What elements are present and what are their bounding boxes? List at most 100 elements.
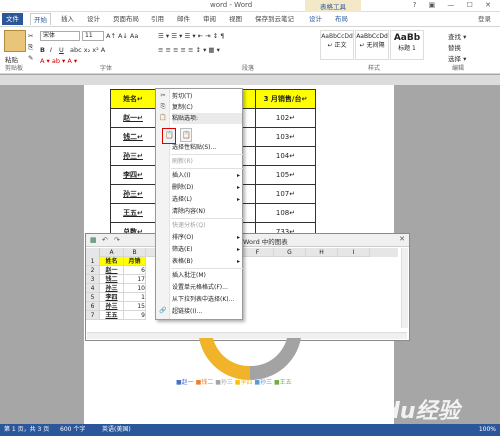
- tab-mailings[interactable]: 邮件: [174, 13, 193, 25]
- account-login[interactable]: 登录: [475, 13, 494, 25]
- row-header[interactable]: 7: [86, 311, 100, 320]
- align-icons[interactable]: ≡ ≡ ≡ ≡ ≡ ↕ ▾ ▦ ▾: [158, 46, 220, 54]
- table-cell[interactable]: 姓名↵: [110, 89, 156, 109]
- select-all-corner[interactable]: [86, 248, 100, 257]
- table-cell[interactable]: 3 月销售/台↵: [255, 89, 316, 109]
- style-normal[interactable]: AaBbCcDd ↵ 正文: [320, 30, 354, 60]
- cell[interactable]: 15: [124, 302, 146, 311]
- tab-table-layout[interactable]: 布局: [332, 13, 351, 25]
- cell[interactable]: 姓名: [100, 257, 124, 266]
- cell[interactable]: 赵一: [100, 266, 124, 275]
- table-cell[interactable]: 103↵: [255, 127, 316, 147]
- find-button[interactable]: 查找 ▾: [448, 31, 466, 41]
- table-cell[interactable]: 108↵: [255, 203, 316, 223]
- row-header[interactable]: 5: [86, 293, 100, 302]
- redo-icon[interactable]: ↷: [114, 236, 120, 244]
- window-controls[interactable]: ? ▣ — ☐ ✕: [413, 1, 496, 9]
- cell[interactable]: 6: [124, 266, 146, 275]
- menu-item-insert[interactable]: 插入(I) ▸: [172, 170, 242, 181]
- menu-item-select[interactable]: 选择(L) ▸: [172, 194, 242, 205]
- menu-item-clear-contents[interactable]: 清除内容(N): [172, 206, 242, 217]
- grow-font-icon[interactable]: A↑ A↓ Aa: [106, 32, 138, 40]
- table-cell[interactable]: 李四↵: [110, 165, 156, 185]
- cut-icon[interactable]: ✂: [28, 32, 33, 40]
- tab-view[interactable]: 视图: [226, 13, 245, 25]
- column-header[interactable]: B: [124, 248, 146, 257]
- font-size-combo[interactable]: 11: [82, 31, 104, 41]
- close-icon[interactable]: ✕: [399, 235, 405, 243]
- bold-button[interactable]: B: [40, 46, 45, 54]
- table-cell[interactable]: 105↵: [255, 165, 316, 185]
- undo-icon[interactable]: ↶: [102, 236, 108, 244]
- style-heading-1[interactable]: AaBb 标题 1: [390, 30, 424, 60]
- tab-file[interactable]: 文件: [2, 13, 23, 25]
- column-header[interactable]: A: [100, 248, 124, 257]
- menu-item-pick-from-list[interactable]: 从下拉列表中选择(K)...: [172, 294, 242, 305]
- column-header[interactable]: F: [242, 248, 274, 257]
- menu-item-hyperlink[interactable]: 超链接(I)...: [172, 306, 242, 317]
- menu-item-cut[interactable]: 剪切(T): [172, 91, 242, 102]
- tab-review[interactable]: 审阅: [200, 13, 219, 25]
- menu-item-delete[interactable]: 删除(D) ▸: [172, 182, 242, 193]
- menu-item-copy[interactable]: 复制(C): [172, 102, 242, 113]
- page-count[interactable]: 第 1 页，共 3 页: [4, 424, 49, 436]
- list-icons[interactable]: ☰ ▾ ☰ ▾ ☰ ▾ ⇤ ⇥ ↕ ¶: [158, 32, 224, 40]
- tab-references[interactable]: 引用: [148, 13, 167, 25]
- word-count[interactable]: 600 个字: [60, 424, 85, 436]
- tab-layout[interactable]: 页面布局: [110, 13, 142, 25]
- menu-item-filter[interactable]: 筛选(E) ▸: [172, 244, 242, 255]
- select-button[interactable]: 选择 ▾: [448, 53, 466, 63]
- cell[interactable]: 17: [124, 275, 146, 284]
- underline-button[interactable]: U: [59, 46, 64, 54]
- menu-item-format-cells[interactable]: 设置单元格格式(F)...: [172, 282, 242, 293]
- tab-table-design[interactable]: 设计: [306, 13, 325, 25]
- zoom-level[interactable]: 100%: [479, 424, 496, 436]
- cell[interactable]: 李四: [100, 293, 124, 302]
- paste-values-option[interactable]: 📋: [180, 128, 192, 142]
- cell[interactable]: 9: [124, 311, 146, 320]
- cell[interactable]: 孙三: [100, 284, 124, 293]
- table-cell[interactable]: 孙三↵: [110, 146, 156, 166]
- column-header[interactable]: I: [338, 248, 370, 257]
- copy-icon[interactable]: ⎘: [28, 43, 33, 52]
- font-format-icons[interactable]: abc x₂ x² A: [70, 46, 105, 54]
- menu-item-sort[interactable]: 排序(O) ▸: [172, 232, 242, 243]
- font-color-icons[interactable]: A ▾ ab ▾ A ▾: [40, 57, 77, 65]
- menu-item-paste-special[interactable]: 选择性粘贴(S)...: [172, 142, 242, 153]
- vertical-scrollbar[interactable]: [401, 248, 408, 328]
- style-no-spacing[interactable]: AaBbCcDd ↵ 无间隔: [355, 30, 389, 60]
- menu-item-insert-comment[interactable]: 插入批注(M): [172, 270, 242, 281]
- row-header[interactable]: 4: [86, 284, 100, 293]
- table-cell[interactable]: 102↵: [255, 108, 316, 128]
- table-cell[interactable]: 孙三↵: [110, 184, 156, 204]
- table-cell[interactable]: 104↵: [255, 146, 316, 166]
- font-name-combo[interactable]: 宋体: [40, 31, 80, 41]
- cell[interactable]: 1: [124, 293, 146, 302]
- row-header[interactable]: 2: [86, 266, 100, 275]
- row-header[interactable]: 6: [86, 302, 100, 311]
- cell[interactable]: 月销: [124, 257, 146, 266]
- table-cell[interactable]: 钱二↵: [110, 127, 156, 147]
- tab-design[interactable]: 设计: [84, 13, 103, 25]
- cell[interactable]: 钱二: [100, 275, 124, 284]
- table-cell[interactable]: 107↵: [255, 184, 316, 204]
- cell[interactable]: 孙三: [100, 302, 124, 311]
- table-cell[interactable]: 王五↵: [110, 203, 156, 223]
- tab-insert[interactable]: 插入: [58, 13, 77, 25]
- tab-home[interactable]: 开始: [30, 13, 51, 25]
- menu-item-table[interactable]: 表格(B) ▸: [172, 256, 242, 267]
- row-header[interactable]: 1: [86, 257, 100, 266]
- italic-button[interactable]: I: [50, 46, 52, 54]
- language[interactable]: 英语(美国): [102, 424, 131, 436]
- tab-cloud-notes[interactable]: 保存到云笔记: [252, 13, 297, 25]
- format-painter-icon[interactable]: ✎: [28, 54, 33, 62]
- paste-keep-format-option[interactable]: 📋: [162, 128, 176, 144]
- table-cell[interactable]: 赵一↵: [110, 108, 156, 128]
- paste-icon[interactable]: [4, 30, 26, 52]
- column-header[interactable]: G: [274, 248, 306, 257]
- cell[interactable]: 王五: [100, 311, 124, 320]
- row-header[interactable]: 3: [86, 275, 100, 284]
- cell[interactable]: 10: [124, 284, 146, 293]
- replace-button[interactable]: 替换: [448, 42, 461, 52]
- column-header[interactable]: H: [306, 248, 338, 257]
